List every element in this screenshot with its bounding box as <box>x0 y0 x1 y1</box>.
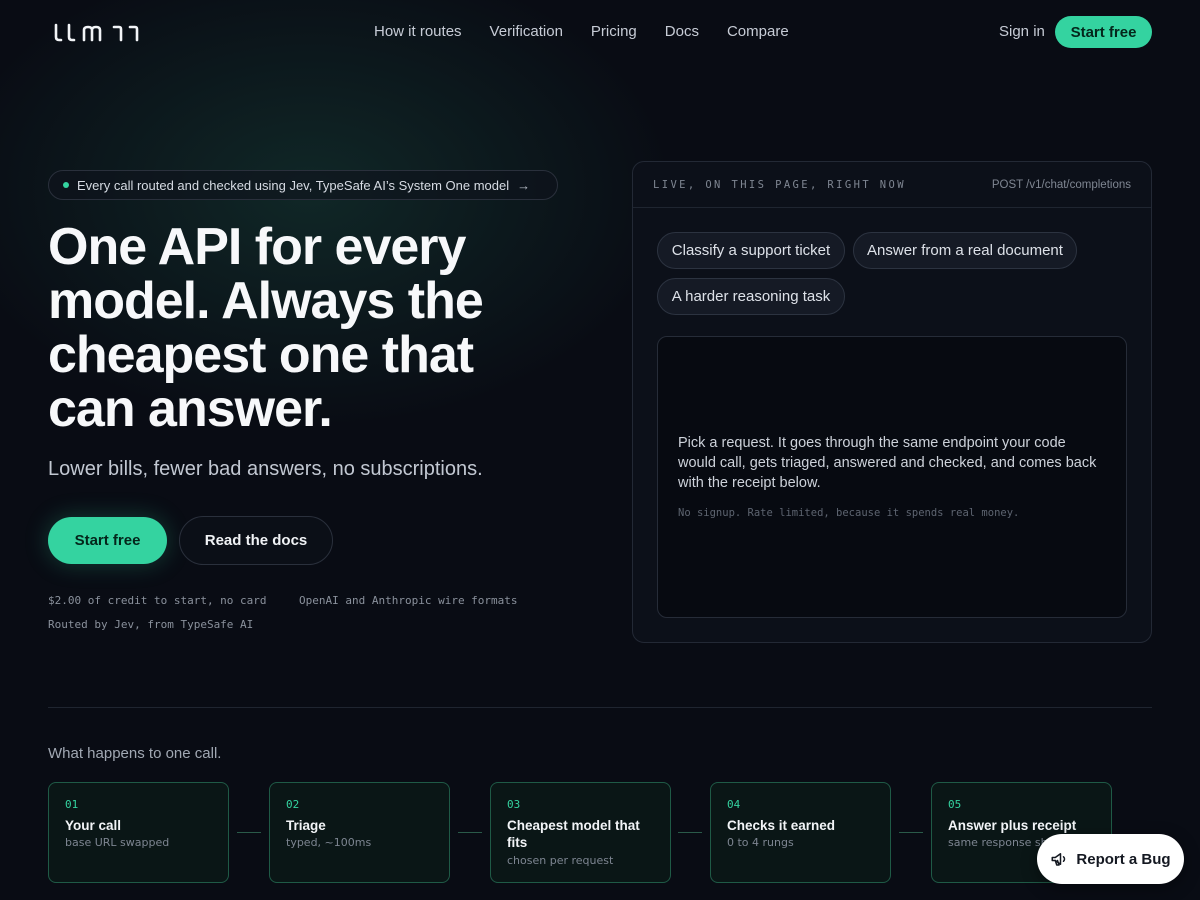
meta-wire-formats: OpenAI and Anthropic wire formats <box>299 594 518 607</box>
step-number: 02 <box>286 798 300 811</box>
nav-link-how-it-routes[interactable]: How it routes <box>374 22 462 42</box>
sign-in-link[interactable]: Sign in <box>999 22 1045 42</box>
step-title: Checks it earned <box>727 818 836 833</box>
announcement-text: Every call routed and checked using Jev,… <box>77 177 510 193</box>
endpoint-label: POST /v1/chat/completions <box>991 179 1131 191</box>
step-title: Your call <box>65 818 122 833</box>
nav-start-free-button[interactable]: Start free <box>1055 16 1152 48</box>
demo-panel-header: LIVE, ON THIS PAGE, RIGHT NOW POST /v1/c… <box>633 162 1151 208</box>
meta-credit: $2.00 of credit to start, no card <box>48 594 267 607</box>
announcement-pill[interactable]: Every call routed and checked using Jev,… <box>48 170 558 200</box>
output-note: No signup. Rate limited, because it spen… <box>678 507 1020 519</box>
meta-routed-by: Routed by Jev, from TypeSafe AI <box>48 618 254 631</box>
megaphone-icon <box>1051 853 1066 866</box>
output-instructions: Pick a request. It goes through the same… <box>678 435 1097 491</box>
chip-classify-ticket[interactable]: Classify a support ticket <box>657 232 845 269</box>
nav-link-compare[interactable]: Compare <box>727 22 789 42</box>
start-free-button[interactable]: Start free <box>48 517 167 564</box>
pipeline-step-4: 04 Checks it earned 0 to 4 rungs <box>710 782 891 883</box>
nav-links: How it routes Verification Pricing Docs … <box>374 22 789 42</box>
report-bug-label: Report a Bug <box>1076 850 1171 868</box>
pipeline-step-1: 01 Your call base URL swapped <box>48 782 229 883</box>
step-number: 03 <box>507 798 521 811</box>
step-number: 04 <box>727 798 741 811</box>
step-subtitle: typed, ~100ms <box>286 836 372 849</box>
nav-link-docs[interactable]: Docs <box>665 22 699 42</box>
demo-output-area: Pick a request. It goes through the same… <box>657 336 1127 618</box>
step-connector <box>458 832 482 833</box>
step-connector <box>899 832 923 833</box>
pipeline-step-2: 02 Triage typed, ~100ms <box>269 782 450 883</box>
step-number: 01 <box>65 798 79 811</box>
nav-link-verification[interactable]: Verification <box>490 22 563 42</box>
section-divider <box>48 707 1152 708</box>
live-demo-panel: LIVE, ON THIS PAGE, RIGHT NOW POST /v1/c… <box>632 161 1152 643</box>
nav-link-pricing[interactable]: Pricing <box>591 22 637 42</box>
hero-headline: One API for every model. Always the chea… <box>48 218 484 438</box>
step-title: Cheapest model that fits <box>507 818 640 850</box>
step-number: 05 <box>948 798 962 811</box>
step-subtitle: 0 to 4 rungs <box>727 836 794 849</box>
step-title: Answer plus receipt <box>948 818 1077 833</box>
live-label: LIVE, ON THIS PAGE, RIGHT NOW <box>653 179 906 191</box>
status-dot-icon <box>63 182 69 188</box>
step-title: Triage <box>286 818 326 833</box>
top-nav: How it routes Verification Pricing Docs … <box>0 0 1200 64</box>
hero-subhead: Lower bills, fewer bad answers, no subsc… <box>48 458 483 480</box>
arrow-right-icon: → <box>517 177 531 193</box>
pipeline-step-3: 03 Cheapest model that fits chosen per r… <box>490 782 671 883</box>
step-subtitle: chosen per request <box>507 854 614 867</box>
step-connector <box>237 832 261 833</box>
read-docs-button[interactable]: Read the docs <box>179 516 333 565</box>
chip-reasoning-task[interactable]: A harder reasoning task <box>657 278 845 315</box>
chip-answer-document[interactable]: Answer from a real document <box>853 232 1077 269</box>
logo[interactable] <box>52 20 144 44</box>
step-subtitle: base URL swapped <box>65 836 170 849</box>
report-bug-button[interactable]: Report a Bug <box>1037 834 1184 884</box>
pipeline-heading: What happens to one call. <box>48 745 222 762</box>
step-connector <box>678 832 702 833</box>
